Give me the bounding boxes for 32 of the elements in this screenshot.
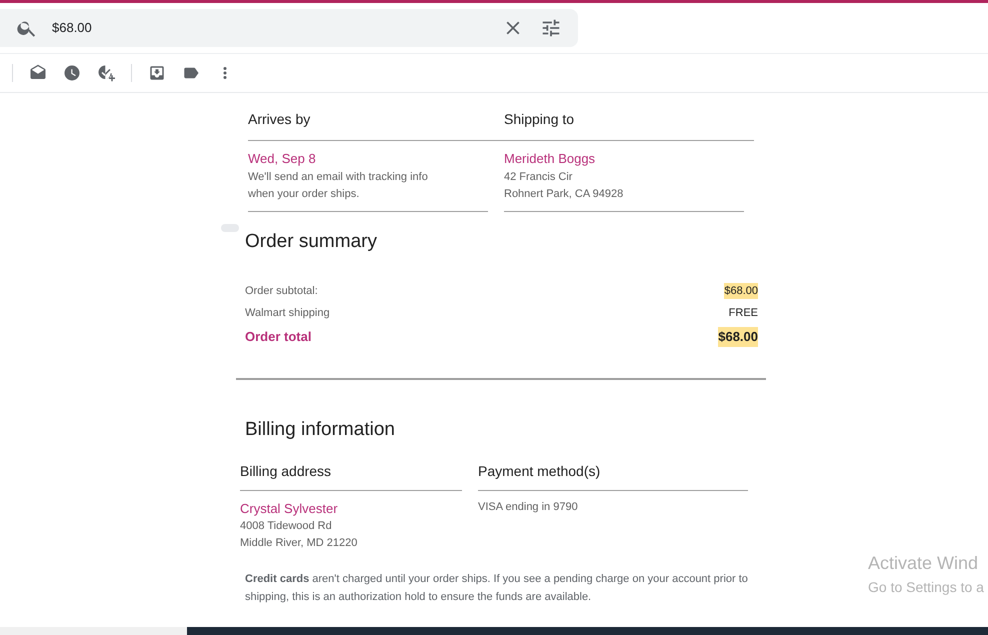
summary-label: Walmart shipping	[245, 306, 330, 321]
section-heading: Shipping to	[504, 109, 754, 141]
clock-icon[interactable]	[63, 64, 81, 82]
search-field[interactable]: $68.00	[52, 18, 502, 38]
detail-line: 4008 Tidewood Rd	[240, 519, 333, 534]
notice-text: Credit cards aren't charged until your order ships. If you see a pending charge on your account prior to shipping, this is an authorization hold to ensure the funds are available.	[245, 572, 749, 605]
detail-line: 42 Francis Cir	[504, 170, 574, 184]
section-heading: Billing address	[240, 460, 462, 490]
summary-value: $68.00	[724, 282, 758, 300]
section-heading: Payment method(s)	[478, 460, 748, 490]
envelope-icon[interactable]	[29, 64, 47, 82]
summary-value: FREE	[728, 306, 758, 321]
activation-subtitle: Go to Settings to a	[868, 578, 984, 597]
summary-label: Order total	[245, 328, 312, 346]
section-heading: Billing information	[245, 418, 396, 442]
activation-title: Activate Wind	[868, 552, 980, 575]
detail-title: Crystal Sylvester	[240, 500, 339, 518]
detail-line: Rohnert Park, CA 94928	[504, 186, 624, 202]
detail-title: Merideth Boggs	[504, 150, 596, 168]
check-plus-icon[interactable]	[97, 64, 115, 82]
summary-label: Order subtotal:	[245, 284, 318, 299]
detail-title: Wed, Sep 8	[248, 150, 317, 168]
detail-line: when your order ships.	[248, 186, 360, 202]
section-heading: Order summary	[245, 230, 378, 254]
section-heading: Arrives by	[248, 109, 504, 141]
detail-line: VISA ending in 9790	[478, 500, 579, 514]
search-bar[interactable]: $68.00	[0, 9, 578, 47]
detail-line: We'll send an email with tracking info	[248, 170, 429, 184]
summary-value: $68.00	[718, 327, 758, 347]
detail-line: Middle River, MD 21220	[240, 536, 358, 551]
tray-arrow-icon[interactable]	[148, 64, 166, 82]
filter-icon[interactable]	[540, 17, 562, 39]
